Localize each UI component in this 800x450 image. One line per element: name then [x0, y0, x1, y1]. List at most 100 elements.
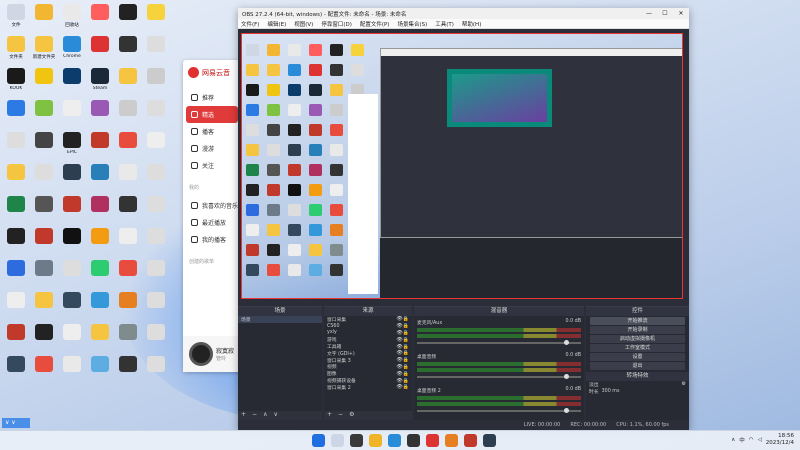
menu-profile[interactable]: 配置文件(P)	[360, 20, 390, 28]
start-stream-button[interactable]: 开始推流	[590, 317, 685, 325]
visibility-icon[interactable]: 👁🔒	[396, 344, 409, 350]
desktop-icon[interactable]	[114, 324, 142, 356]
maximize-icon[interactable]: ☐	[657, 10, 673, 17]
desktop-icon[interactable]	[142, 260, 170, 292]
desktop-icon[interactable]	[30, 196, 58, 228]
desktop-icon[interactable]	[142, 356, 170, 388]
menu-view[interactable]: 视图(V)	[294, 20, 313, 28]
desktop-icon[interactable]	[30, 356, 58, 388]
desktop-icon[interactable]	[86, 356, 114, 388]
remove-icon[interactable]: −	[338, 411, 343, 420]
visibility-icon[interactable]: 👁🔒	[396, 316, 409, 322]
visibility-icon[interactable]: 👁🔒	[396, 357, 409, 363]
menu-file[interactable]: 文件(F)	[241, 20, 259, 28]
desktop-icon[interactable]	[30, 132, 58, 164]
desktop-icon[interactable]	[2, 196, 30, 228]
menu-help[interactable]: 帮助(H)	[462, 20, 481, 28]
add-icon[interactable]: +	[327, 411, 332, 420]
add-icon[interactable]: +	[241, 411, 246, 420]
gear-icon[interactable]: ⚙	[349, 411, 354, 420]
app-icon[interactable]	[445, 434, 458, 447]
desktop-icon[interactable]	[58, 292, 86, 324]
edge-icon[interactable]	[388, 434, 401, 447]
desktop-icon[interactable]	[30, 228, 58, 260]
netease-music-window[interactable]: 网易云音 推荐 精选 播客 漫游 关注 我的 我喜欢的音乐 最近播放 我的播客 …	[183, 60, 241, 372]
desktop-icon[interactable]: Chrome	[58, 36, 86, 68]
desktop-icon[interactable]	[142, 36, 170, 68]
desktop-icon[interactable]	[142, 132, 170, 164]
desktop-icon[interactable]	[114, 132, 142, 164]
gear-icon[interactable]: ⚙	[682, 381, 686, 387]
visibility-icon[interactable]: 👁🔒	[396, 378, 409, 384]
desktop-icon[interactable]	[58, 228, 86, 260]
desktop-icon[interactable]	[114, 68, 142, 100]
desktop-icon[interactable]	[86, 196, 114, 228]
desktop-icon[interactable]	[30, 292, 58, 324]
obs-preview[interactable]	[241, 33, 683, 299]
desktop-icon[interactable]	[58, 324, 86, 356]
settings-button[interactable]: 设置	[590, 353, 685, 361]
desktop-icon[interactable]: 文件	[2, 4, 30, 36]
menu-tools[interactable]: 工具(T)	[435, 20, 454, 28]
desktop-icon[interactable]	[86, 324, 114, 356]
desktop-icon[interactable]	[86, 132, 114, 164]
volume-icon[interactable]: ◁	[758, 437, 762, 443]
desktop-icon[interactable]	[142, 68, 170, 100]
slider-handle[interactable]	[564, 340, 569, 345]
desktop-icon[interactable]	[114, 228, 142, 260]
desktop-icon[interactable]	[86, 292, 114, 324]
desktop-icon[interactable]: 回收站	[58, 4, 86, 36]
volume-slider[interactable]	[417, 374, 581, 379]
visibility-icon[interactable]: 👁🔒	[396, 364, 409, 370]
desktop-icon[interactable]	[142, 164, 170, 196]
menu-edit[interactable]: 编辑(E)	[267, 20, 286, 28]
nav-podcast[interactable]: 播客	[186, 123, 238, 140]
desktop-icon[interactable]	[2, 132, 30, 164]
desktop-icon[interactable]	[58, 164, 86, 196]
desktop-icon[interactable]: Steam	[86, 68, 114, 100]
wifi-icon[interactable]: ◠	[749, 437, 754, 443]
desktop-icon[interactable]	[114, 100, 142, 132]
desktop-icon[interactable]	[30, 68, 58, 100]
desktop-icon[interactable]	[114, 36, 142, 68]
minimize-icon[interactable]: —	[641, 10, 657, 17]
desktop-icon[interactable]: KOOK	[2, 68, 30, 100]
desktop-icon[interactable]	[142, 100, 170, 132]
source-item[interactable]: yxly 👁🔒	[324, 330, 412, 337]
studio-mode-button[interactable]: 工作室模式	[590, 344, 685, 352]
slider-handle[interactable]	[564, 408, 569, 413]
desktop-icon[interactable]	[30, 324, 58, 356]
desktop-icon[interactable]	[114, 292, 142, 324]
desktop-icon[interactable]	[2, 356, 30, 388]
netease-icon[interactable]	[426, 434, 439, 447]
obs-titlebar[interactable]: OBS 27.2.4 (64-bit, windows) - 配置文件: 未命名…	[238, 8, 689, 19]
desktop-icon[interactable]	[86, 36, 114, 68]
mine-recent[interactable]: 最近播放	[186, 214, 238, 231]
slider-handle[interactable]	[564, 374, 569, 379]
source-item[interactable]: 视频 👁🔒	[324, 364, 412, 371]
desktop-icon[interactable]	[142, 292, 170, 324]
desktop-icon[interactable]	[142, 196, 170, 228]
down-icon[interactable]: ∨	[273, 411, 277, 420]
obs-icon[interactable]	[407, 434, 420, 447]
visibility-icon[interactable]: 👁🔒	[396, 323, 409, 329]
search-icon[interactable]	[331, 434, 344, 447]
chevron-up-icon[interactable]: ∧	[731, 437, 735, 443]
desktop-icon[interactable]	[142, 4, 170, 36]
desktop-icon[interactable]	[30, 100, 58, 132]
desktop-icon[interactable]	[30, 260, 58, 292]
task-view-icon[interactable]	[350, 434, 363, 447]
desktop-icon[interactable]	[2, 228, 30, 260]
ime-indicator[interactable]: 中	[739, 436, 745, 444]
mine-liked[interactable]: 我喜欢的音乐	[186, 197, 238, 214]
exit-button[interactable]: 退出	[590, 362, 685, 370]
transition-select[interactable]: 淡出 ⚙	[586, 381, 689, 388]
desktop-icon[interactable]	[114, 196, 142, 228]
desktop-icon[interactable]	[58, 68, 86, 100]
scene-item[interactable]: 场景	[238, 316, 322, 323]
app-icon[interactable]	[483, 434, 496, 447]
desktop-icon[interactable]: EPIC	[58, 132, 86, 164]
desktop-icon[interactable]	[2, 260, 30, 292]
visibility-icon[interactable]: 👁🔒	[396, 371, 409, 377]
desktop-icon[interactable]	[30, 4, 58, 36]
